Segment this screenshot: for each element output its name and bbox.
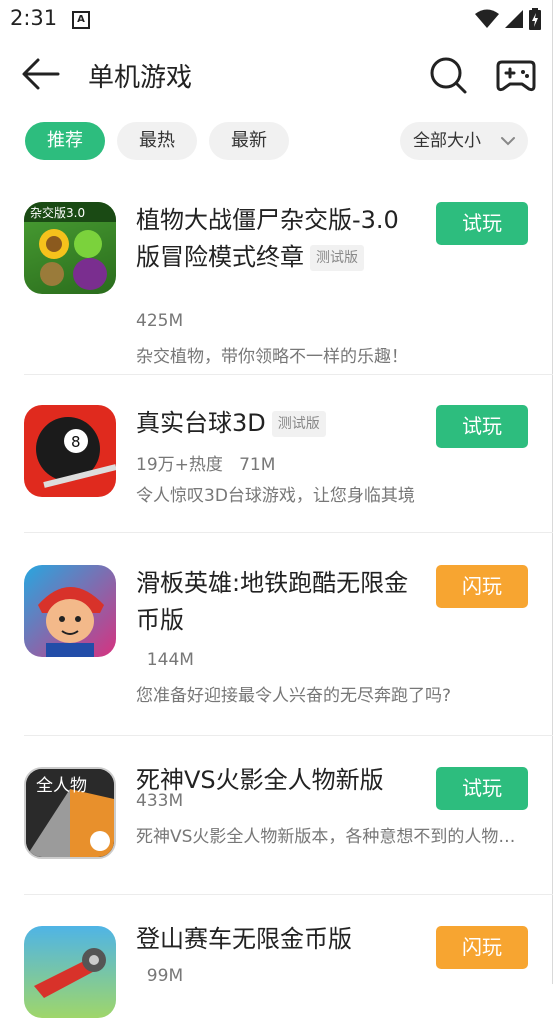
skater-character-icon <box>38 587 104 657</box>
plant-artwork-icon: 杂交版3.0 <box>24 202 116 290</box>
divider <box>24 532 553 533</box>
divider <box>24 894 553 895</box>
wifi-icon <box>475 9 499 28</box>
game-title: 滑板英雄:地铁跑酷无限金币版 <box>136 569 409 634</box>
size-filter-dropdown[interactable]: 全部大小 <box>400 122 528 160</box>
back-arrow-icon[interactable] <box>20 56 62 92</box>
divider <box>24 374 553 375</box>
game-meta: 99M <box>136 966 184 986</box>
filter-chip-recommended[interactable]: 推荐 <box>25 122 105 160</box>
game-description: 死神VS火影全人物新版本，各种意想不到的人物等你来战 <box>136 827 522 847</box>
game-meta: 433M <box>136 791 184 811</box>
beta-badge: 测试版 <box>310 245 364 271</box>
app-header: 单机游戏 <box>0 44 553 106</box>
cell-signal-icon <box>505 10 523 28</box>
race-car-icon <box>34 948 106 998</box>
beta-badge: 测试版 <box>271 411 326 437</box>
game-description: 您准备好迎接最令人兴奋的无尽奔跑了吗? <box>136 686 452 706</box>
battery-icon <box>529 8 541 30</box>
game-title: 植物大战僵尸杂交版-3.0版冒险模式终章 测试版 <box>136 202 416 276</box>
page-title: 单机游戏 <box>88 63 193 93</box>
notification-icon: A <box>72 11 90 29</box>
status-bar: 2:31 A <box>0 0 553 36</box>
eight-ball-icon: 8 <box>36 417 116 488</box>
filter-chip-hottest[interactable]: 最热 <box>117 122 197 160</box>
filter-bar: 推荐 最热 最新 全部大小 <box>0 122 553 162</box>
divider <box>24 735 553 736</box>
game-icon-billiards: 8 <box>24 405 116 497</box>
game-title: 登山赛车无限金币版 <box>136 925 352 953</box>
try-play-button[interactable]: 试玩 <box>436 767 528 810</box>
gamepad-icon[interactable] <box>496 54 536 94</box>
size-filter-label: 全部大小 <box>413 131 481 151</box>
game-icon-subway-surfers <box>24 565 116 657</box>
icon-text: 杂交版3.0 <box>30 205 85 220</box>
game-meta: 425M <box>136 311 184 331</box>
game-icon-pvz: 杂交版3.0 <box>24 202 116 294</box>
chevron-down-icon <box>501 137 515 146</box>
filter-chip-newest[interactable]: 最新 <box>209 122 289 160</box>
flash-play-button[interactable]: 闪玩 <box>436 926 528 969</box>
try-play-button[interactable]: 试玩 <box>436 405 528 448</box>
search-icon[interactable] <box>428 55 468 95</box>
status-icons <box>475 8 541 30</box>
game-title-text: 真实台球3D <box>136 409 266 437</box>
try-play-button[interactable]: 试玩 <box>436 202 528 245</box>
flash-play-button[interactable]: 闪玩 <box>436 565 528 608</box>
game-meta: 19万+热度 71M <box>136 455 276 475</box>
game-description: 令人惊叹3D台球游戏，让您身临其境 <box>136 486 415 506</box>
game-icon-hill-climb <box>24 926 116 1018</box>
game-title: 真实台球3D 测试版 <box>136 405 416 442</box>
game-description: 杂交植物，带你领略不一样的乐趣！ <box>136 347 408 367</box>
game-icon-bleach-naruto: 全人物 <box>24 767 116 859</box>
icon-text: 8 <box>71 433 81 451</box>
game-meta: 144M <box>136 650 194 670</box>
status-time: 2:31 <box>10 6 58 30</box>
anime-characters-icon: 全人物 <box>26 769 114 857</box>
icon-text: 全人物 <box>36 776 87 796</box>
